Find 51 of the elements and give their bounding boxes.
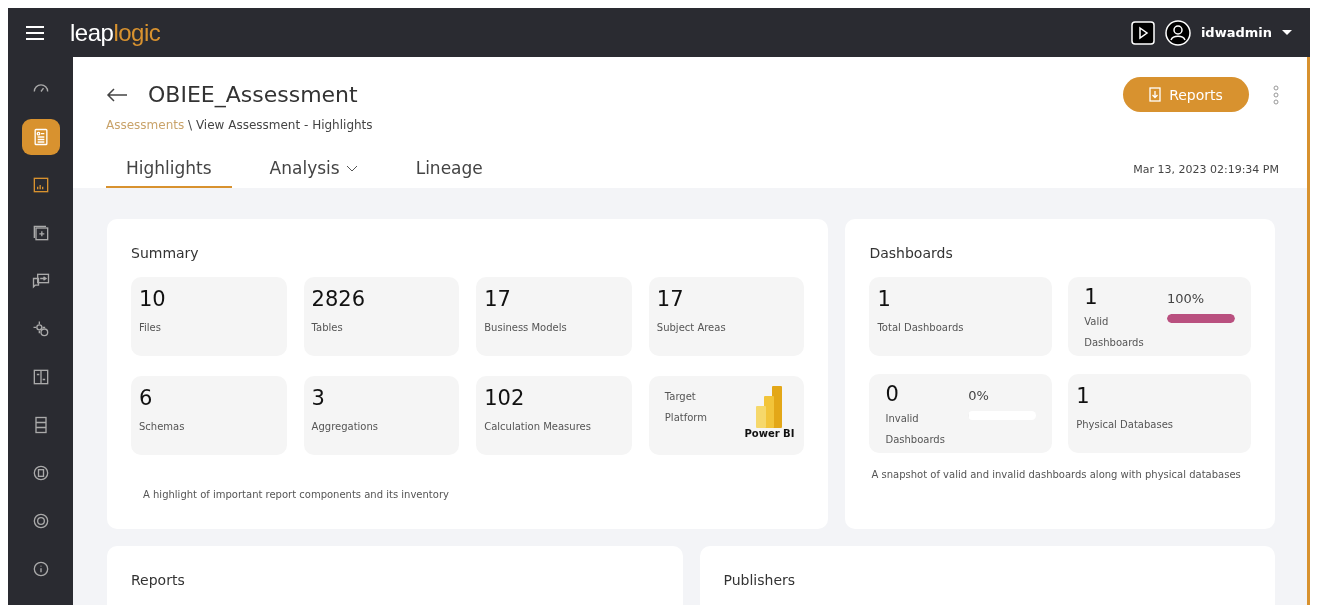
- stat-value: 1: [877, 287, 892, 311]
- tab[interactable]: Highlights: [106, 152, 232, 188]
- back-arrow-icon[interactable]: [106, 86, 128, 103]
- caret-icon[interactable]: [1282, 29, 1292, 36]
- stat-label: Target Platform: [664, 390, 707, 425]
- stat-value: 6: [139, 386, 154, 410]
- stat-label: Total Dashboards: [877, 321, 964, 335]
- stat-label: Business Models: [484, 321, 567, 335]
- stat-label: Invalid Dashboards: [885, 412, 945, 447]
- menu-icon[interactable]: [26, 25, 44, 40]
- stat-value: 1: [1084, 285, 1099, 309]
- tab[interactable]: Lineage: [395, 152, 503, 188]
- stat-label: Valid Dashboards: [1084, 315, 1144, 350]
- card-title: Summary: [131, 245, 200, 261]
- stat-value: 17: [656, 287, 685, 311]
- chat-icon: [30, 271, 51, 291]
- stat-label: Files: [139, 321, 162, 335]
- card-note: A highlight of important report components and its inventory: [142, 488, 450, 502]
- power-bi-icon: [756, 386, 783, 428]
- stat-label: Schemas: [139, 420, 185, 434]
- user-icon[interactable]: [1164, 19, 1191, 46]
- sidebar-item[interactable]: [21, 119, 60, 155]
- stat-label: Calculation Measures: [484, 420, 591, 434]
- user-name[interactable]: idwadmin: [1200, 25, 1272, 40]
- stat-value: 2826: [311, 287, 366, 311]
- stat-value: 1: [1076, 384, 1091, 408]
- download-file-icon: [1149, 87, 1162, 102]
- stat-value: 3: [311, 386, 326, 410]
- play-icon[interactable]: [1130, 20, 1155, 45]
- breadcrumb: Assessments \ View Assessment - Highlights: [106, 118, 374, 132]
- stat-value: 17: [484, 287, 512, 311]
- chevron-down-icon: [345, 164, 358, 172]
- card-title: Reports: [131, 572, 186, 588]
- logo[interactable]: leaplogic: [70, 18, 161, 47]
- progress-bar: [1167, 314, 1235, 323]
- card-note: A snapshot of valid and invalid dashboards along with physical databases: [870, 468, 1242, 482]
- stat-value: 102: [484, 386, 526, 410]
- platform-name: Power BI: [744, 428, 795, 439]
- tab[interactable]: Analysis: [249, 152, 378, 188]
- percent-label: 100%: [1167, 291, 1206, 306]
- percent-label: 0%: [968, 388, 990, 403]
- timestamp: Mar 13, 2023 02:19:34 PM: [1133, 163, 1279, 176]
- stat-value: 10: [139, 287, 166, 311]
- stat-label: Tables: [311, 321, 344, 335]
- card-title: Dashboards: [869, 245, 954, 261]
- stat-label: Subject Areas: [656, 321, 726, 335]
- page-title: OBIEE_Assessment: [148, 82, 358, 107]
- card-title: Publishers: [723, 572, 797, 588]
- stat-value: 0: [885, 382, 900, 406]
- stat-label: Aggregations: [311, 420, 379, 434]
- stat-label: Physical Databases: [1076, 418, 1173, 432]
